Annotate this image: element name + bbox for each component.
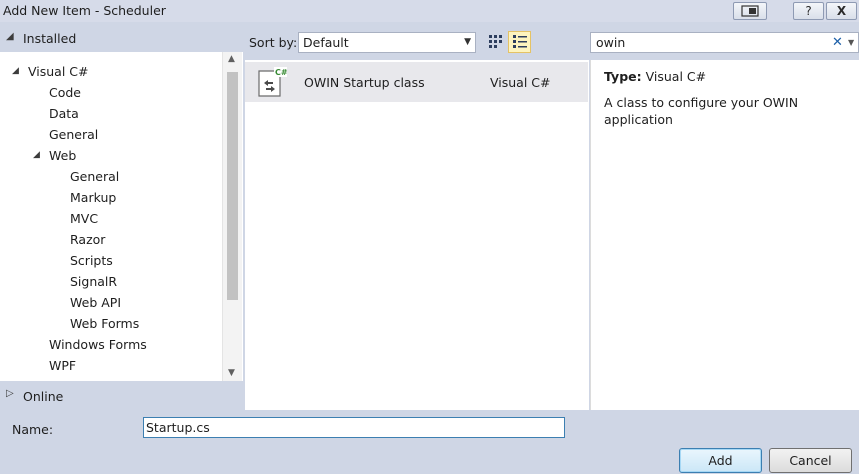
window-title: Add New Item - Scheduler [3,3,166,18]
tree-item-windows-forms[interactable]: Windows Forms [49,335,147,355]
clear-search-icon[interactable]: ✕ [832,33,843,52]
tree-item-visual-csharp[interactable]: Visual C# [28,62,89,82]
scroll-down-icon[interactable]: ▼ [228,368,235,378]
medium-icons-view-button[interactable] [484,31,507,53]
search-input[interactable]: owin ✕ ▼ [590,32,859,53]
tree-item-web-general[interactable]: General [70,167,119,187]
name-input[interactable]: Startup.cs [143,417,565,438]
tree-scrollbar[interactable]: ▲ ▼ [222,52,242,381]
scroll-up-icon[interactable]: ▲ [228,54,235,64]
tree-item-scripts[interactable]: Scripts [70,251,113,271]
type-value: Visual C# [645,69,707,84]
expand-arrow-icon: ▷ [6,388,14,399]
add-button[interactable]: Add [679,448,762,473]
online-header[interactable]: ▷ Online [0,384,243,409]
cancel-button[interactable]: Cancel [769,448,852,473]
online-label: Online [23,389,64,404]
installed-header[interactable]: ◢ Installed [0,27,243,52]
grid-view-icon [488,35,502,48]
template-description: A class to configure your OWIN applicati… [604,95,799,127]
tree-item-code[interactable]: Code [49,83,81,103]
dropdown-arrow-icon: ▼ [464,37,471,47]
type-row: Type: Visual C# [604,69,706,84]
tree-item-data[interactable]: Data [49,104,79,124]
sort-by-select[interactable]: Default ▼ [298,32,476,53]
template-language: Visual C# [490,75,551,90]
tree-item-mvc[interactable]: MVC [70,209,98,229]
close-button[interactable]: X [826,2,857,20]
tree-item-web[interactable]: Web [49,146,76,166]
tree-item-wpf[interactable]: WPF [49,356,76,376]
template-list: C# OWIN Startup class Visual C# [245,60,589,410]
expanded-arrow-icon[interactable]: ◢ [12,66,19,76]
csharp-file-icon: C# [258,67,287,97]
restore-button[interactable] [733,2,767,20]
tree-item-razor[interactable]: Razor [70,230,105,250]
installed-label: Installed [23,31,77,46]
tree-item-markup[interactable]: Markup [70,188,116,208]
list-view-button[interactable] [508,31,531,53]
svg-text:C#: C# [275,68,287,77]
template-category-tree: ◢ Visual C# Code Data General ◢ Web Gene… [0,52,243,381]
list-item[interactable]: C# OWIN Startup class Visual C# [245,62,588,102]
help-button[interactable]: ? [793,2,824,20]
title-bar: Add New Item - Scheduler ? X [0,0,859,22]
tree-item-general[interactable]: General [49,125,98,145]
list-view-icon [512,35,527,48]
name-label: Name: [12,422,54,437]
sort-by-value: Default [303,35,349,50]
collapse-arrow-icon: ◢ [6,31,14,42]
search-value: owin [596,35,626,50]
search-dropdown-icon[interactable]: ▼ [848,33,854,52]
template-name: OWIN Startup class [304,75,425,90]
tree-item-web-forms[interactable]: Web Forms [70,314,139,334]
template-details-panel: Type: Visual C# A class to configure you… [590,60,859,410]
expanded-arrow-icon[interactable]: ◢ [33,150,40,160]
restore-icon [741,5,759,17]
tree-item-web-api[interactable]: Web API [70,293,121,313]
tree-item-signalr[interactable]: SignalR [70,272,117,292]
scrollbar-thumb[interactable] [227,72,238,300]
type-label: Type: [604,69,642,84]
sort-by-label: Sort by: [249,35,298,50]
